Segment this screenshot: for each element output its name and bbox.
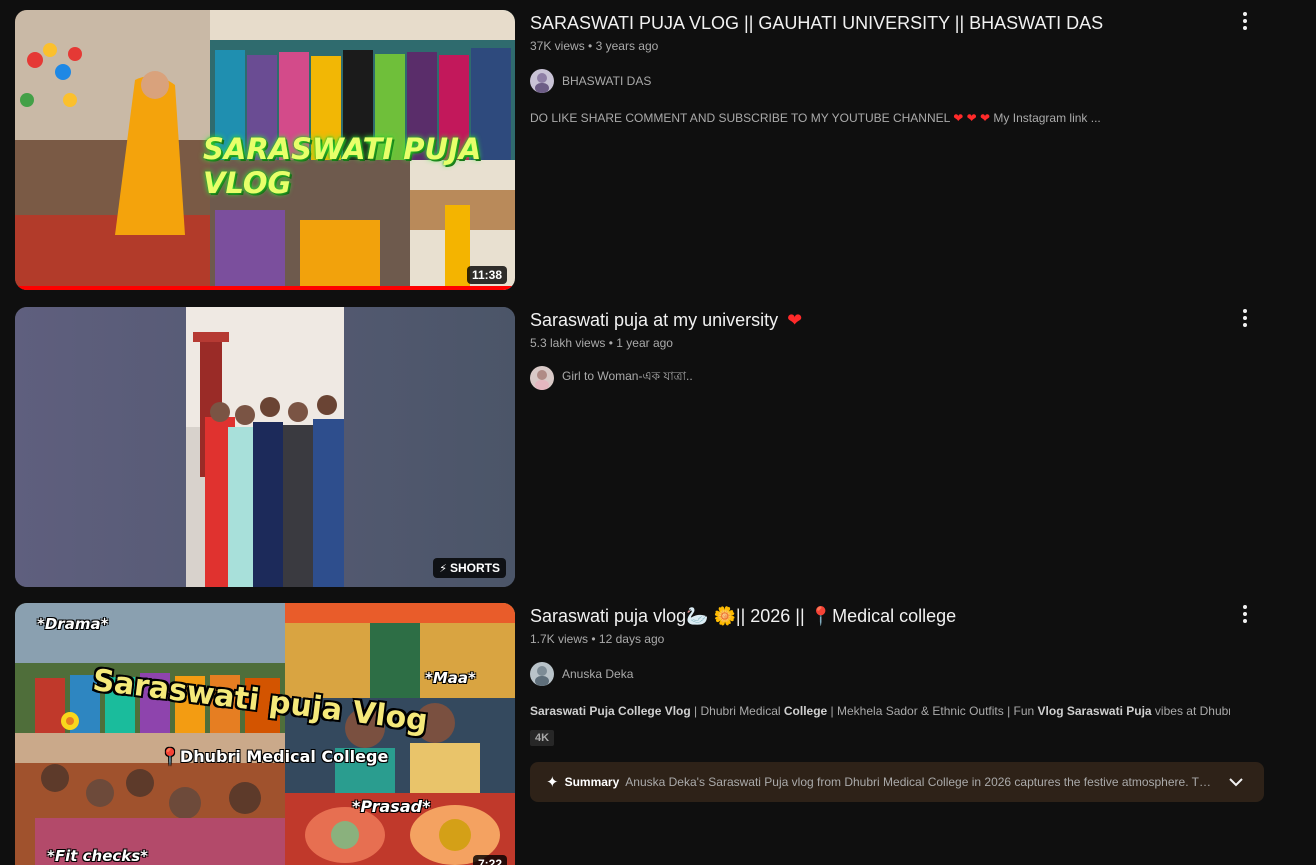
meta-separator: • xyxy=(588,39,596,53)
upload-age: 1 year ago xyxy=(616,336,673,350)
thumbnail-label-maa: *Maa* xyxy=(425,669,476,687)
thumbnail-image xyxy=(15,603,515,865)
kebab-dot-icon xyxy=(1243,323,1247,327)
video-description: DO LIKE SHARE COMMENT AND SUBSCRIBE TO M… xyxy=(530,109,1230,127)
channel-name[interactable]: BHASWATI DAS xyxy=(562,74,651,88)
kebab-dot-icon xyxy=(1243,612,1247,616)
video-meta: 37K views • 3 years ago xyxy=(530,37,1230,55)
thumbnail-label-fit: *Fit checks* xyxy=(47,847,149,865)
chevron-down-icon[interactable] xyxy=(1228,774,1244,793)
video-title-text: Saraswati puja at my university xyxy=(530,310,779,330)
video-info: Saraswati puja at my university ❤ 5.3 la… xyxy=(530,307,1230,390)
quality-badge-4k: 4K xyxy=(530,730,555,746)
video-card[interactable]: *Drama* *Maa* Saraswati puja Vlog 📍Dhubr… xyxy=(15,603,1275,865)
heart-emoji-icon: ❤ xyxy=(787,310,803,330)
kebab-dot-icon xyxy=(1243,605,1247,609)
channel-avatar[interactable] xyxy=(530,366,554,390)
video-title[interactable]: Saraswati puja at my university ❤ xyxy=(530,308,1230,332)
description-text: | Mekhela Sador & Ethnic Outfits | Fun xyxy=(827,704,1038,718)
video-title[interactable]: Saraswati puja vlog🦢 🌼|| 2026 || 📍Medica… xyxy=(530,604,1270,628)
kebab-dot-icon xyxy=(1243,19,1247,23)
kebab-dot-icon xyxy=(1243,309,1247,313)
video-meta: 1.7K views • 12 days ago xyxy=(530,630,1270,648)
video-thumbnail[interactable]: SARASWATI PUJA VLOG 11:38 xyxy=(15,10,515,290)
channel-name[interactable]: Anuska Deka xyxy=(562,667,633,681)
description-text: vibes at Dhubri ... xyxy=(1154,704,1230,718)
channel-avatar[interactable] xyxy=(530,662,554,686)
channel-row[interactable]: BHASWATI DAS xyxy=(530,69,1230,93)
description-highlight: College xyxy=(783,704,828,718)
channel-avatar[interactable] xyxy=(530,69,554,93)
kebab-dot-icon xyxy=(1243,316,1247,320)
description-highlight: Saraswati Puja College Vlog xyxy=(530,704,691,718)
thumbnail-title-text: SARASWATI PUJA VLOG xyxy=(203,132,482,200)
view-count: 5.3 lakh views xyxy=(530,336,606,350)
description-text: DO LIKE SHARE COMMENT AND SUBSCRIBE TO M… xyxy=(530,111,950,125)
duration-badge: 11:38 xyxy=(466,266,507,284)
channel-row[interactable]: Girl to Woman-এক যাত্রা.. xyxy=(530,366,1230,390)
video-info: Saraswati puja vlog🦢 🌼|| 2026 || 📍Medica… xyxy=(530,603,1270,802)
video-results-list: SARASWATI PUJA VLOG 11:38 SARASWATI PUJA… xyxy=(0,0,1316,865)
thumbnail-label-college: 📍Dhubri Medical College xyxy=(160,747,389,766)
video-title[interactable]: SARASWATI PUJA VLOG || GAUHATI UNIVERSIT… xyxy=(530,11,1230,35)
sparkle-icon: ✦ xyxy=(546,774,559,791)
description-text: | Dhubri Medical xyxy=(690,704,784,718)
description-tail: My Instagram link ... xyxy=(993,111,1101,125)
summary-label: Summary xyxy=(564,775,620,789)
heart-emoji-icon: ❤ ❤ ❤ xyxy=(953,111,991,125)
more-actions-button[interactable] xyxy=(1235,603,1255,625)
more-actions-button[interactable] xyxy=(1235,10,1255,32)
upload-age: 3 years ago xyxy=(595,39,659,53)
thumbnail-label-prasad: *Prasad* xyxy=(352,797,431,816)
shorts-label: SHORTS xyxy=(449,561,500,575)
video-info: SARASWATI PUJA VLOG || GAUHATI UNIVERSIT… xyxy=(530,10,1230,127)
video-thumbnail[interactable]: ⚡ SHORTS xyxy=(15,307,515,587)
shorts-badge: ⚡ SHORTS xyxy=(433,558,506,578)
upload-age: 12 days ago xyxy=(598,632,665,646)
more-actions-button[interactable] xyxy=(1235,307,1255,329)
shorts-icon: ⚡ xyxy=(439,563,447,575)
video-thumbnail[interactable]: *Drama* *Maa* Saraswati puja Vlog 📍Dhubr… xyxy=(15,603,515,865)
kebab-dot-icon xyxy=(1243,619,1247,623)
video-description: Saraswati Puja College Vlog | Dhubri Med… xyxy=(530,702,1230,720)
description-highlight: Vlog Saraswati Puja xyxy=(1037,704,1152,718)
channel-name[interactable]: Girl to Woman-এক যাত্রা.. xyxy=(562,368,693,388)
video-card[interactable]: ⚡ SHORTS Saraswati puja at my university … xyxy=(15,307,1275,587)
kebab-dot-icon xyxy=(1243,12,1247,16)
kebab-dot-icon xyxy=(1243,26,1247,30)
ai-summary-panel[interactable]: ✦ Summary Anuska Deka's Saraswati Puja v… xyxy=(530,762,1264,802)
summary-text: Anuska Deka's Saraswati Puja vlog from D… xyxy=(625,775,1218,789)
view-count: 1.7K views xyxy=(530,632,589,646)
channel-row[interactable]: Anuska Deka xyxy=(530,662,1270,686)
thumbnail-image xyxy=(15,307,515,587)
video-meta: 5.3 lakh views • 1 year ago xyxy=(530,334,1230,352)
video-card[interactable]: SARASWATI PUJA VLOG 11:38 SARASWATI PUJA… xyxy=(15,10,1275,292)
watch-progress-bar xyxy=(15,286,515,290)
duration-badge: 7:22 xyxy=(472,855,507,865)
meta-separator: • xyxy=(591,632,599,646)
view-count: 37K views xyxy=(530,39,585,53)
thumbnail-label-drama: *Drama* xyxy=(37,615,109,633)
